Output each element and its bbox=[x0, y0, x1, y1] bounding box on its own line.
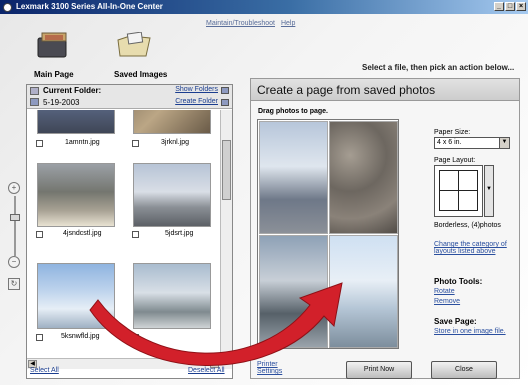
file-name: 1amntn.jpg bbox=[65, 139, 100, 146]
vertical-scroll-thumb[interactable] bbox=[222, 140, 231, 200]
close-button[interactable]: Close bbox=[431, 361, 497, 379]
file-name: 4jsndcstl.jpg bbox=[63, 230, 102, 237]
show-folders-link[interactable]: Show Folders bbox=[175, 86, 218, 93]
file-name: 3jrknl.jpg bbox=[161, 139, 190, 146]
list-item[interactable]: 3jrknl.jpg bbox=[123, 110, 219, 147]
layout-cell bbox=[439, 170, 459, 191]
rotate-view-icon[interactable]: ↻ bbox=[8, 278, 20, 290]
thumbnail-grid: 1amntn.jpg 3jrknl.jpg 4jsndcstl.jpg 5jds… bbox=[27, 110, 220, 358]
zoom-out-icon[interactable]: − bbox=[8, 256, 20, 268]
file-name: 5jdsrt.jpg bbox=[165, 230, 194, 237]
saved-images-icon bbox=[117, 32, 151, 57]
app-icon bbox=[3, 3, 12, 12]
main-page-icon bbox=[37, 32, 67, 58]
show-folders-icon[interactable] bbox=[221, 87, 229, 94]
thumbnail-image[interactable] bbox=[133, 263, 211, 329]
remove-link[interactable]: Remove bbox=[434, 298, 460, 305]
list-item[interactable] bbox=[123, 263, 219, 343]
file-checkbox[interactable] bbox=[132, 334, 139, 341]
file-name: 5ksnwfld.jpg bbox=[61, 333, 100, 340]
panel-title: Create a page from saved photos bbox=[251, 79, 519, 101]
print-now-button[interactable]: Print Now bbox=[346, 361, 412, 379]
file-checkbox[interactable] bbox=[36, 140, 43, 147]
layout-cell bbox=[439, 190, 459, 211]
create-page-panel: Create a page from saved photos Drag pho… bbox=[250, 78, 520, 379]
current-folder-value: 5-19-2003 bbox=[43, 98, 80, 107]
photo-slot[interactable] bbox=[259, 235, 328, 348]
tab-main-page-label: Main Page bbox=[34, 70, 74, 79]
tab-saved-images[interactable]: Saved Images bbox=[106, 30, 168, 79]
page-preview[interactable] bbox=[257, 119, 399, 349]
tab-saved-images-label: Saved Images bbox=[114, 70, 168, 79]
paper-size-label: Paper Size: bbox=[434, 129, 471, 136]
zoom-slider[interactable] bbox=[10, 214, 20, 221]
zoom-track bbox=[14, 196, 16, 256]
thumbnail-image[interactable] bbox=[133, 163, 211, 227]
tab-main-page[interactable]: Main Page bbox=[26, 30, 88, 79]
maximize-button[interactable]: □ bbox=[505, 2, 515, 11]
photo-slot[interactable] bbox=[329, 235, 398, 348]
photo-slot[interactable] bbox=[259, 121, 328, 234]
instruction-text: Select a file, then pick an action below… bbox=[362, 63, 515, 72]
list-item[interactable]: 4jsndcstl.jpg bbox=[27, 163, 123, 238]
page-layout-label: Page Layout: bbox=[434, 157, 476, 164]
current-folder-label: Current Folder: bbox=[43, 86, 102, 95]
vertical-scrollbar[interactable] bbox=[220, 110, 232, 358]
rotate-link[interactable]: Rotate bbox=[434, 288, 455, 295]
paper-size-select[interactable]: 4 x 6 in. ▼ bbox=[434, 137, 510, 149]
window-title: Lexmark 3100 Series All-In-One Center bbox=[16, 2, 163, 11]
main-area: Maintain/Troubleshoot Help Main Page Sav… bbox=[0, 14, 528, 385]
thumbnail-image[interactable] bbox=[37, 110, 115, 134]
zoom-controls: + − ↻ bbox=[6, 182, 24, 292]
photo-slot[interactable] bbox=[329, 121, 398, 234]
maintain-troubleshoot-link[interactable]: Maintain/Troubleshoot bbox=[206, 20, 275, 27]
help-link[interactable]: Help bbox=[281, 20, 295, 27]
file-checkbox[interactable] bbox=[36, 334, 43, 341]
minimize-button[interactable]: _ bbox=[494, 2, 504, 11]
change-category-link[interactable]: Change the category of layouts listed ab… bbox=[434, 241, 516, 255]
deselect-all-link[interactable]: Deselect All bbox=[188, 367, 225, 374]
list-item[interactable]: 5jdsrt.jpg bbox=[123, 163, 219, 238]
store-image-link[interactable]: Store in one image file. bbox=[434, 328, 506, 335]
chevron-down-icon[interactable]: ▼ bbox=[499, 138, 509, 148]
layout-cell bbox=[458, 190, 478, 211]
zoom-in-icon[interactable]: + bbox=[8, 182, 20, 194]
folder-home-icon[interactable] bbox=[30, 98, 39, 106]
paper-size-value: 4 x 6 in. bbox=[437, 139, 462, 146]
thumbnail-image[interactable] bbox=[37, 263, 115, 329]
folder-up-icon[interactable] bbox=[30, 87, 39, 95]
file-checkbox[interactable] bbox=[132, 140, 139, 147]
list-item[interactable]: 1amntn.jpg bbox=[27, 110, 123, 147]
save-page-label: Save Page: bbox=[434, 317, 477, 326]
photo-tools-label: Photo Tools: bbox=[434, 277, 483, 286]
close-window-button[interactable]: × bbox=[516, 2, 526, 11]
top-links: Maintain/Troubleshoot Help bbox=[206, 20, 299, 27]
layout-cell bbox=[458, 170, 478, 191]
layout-caption: Borderless, (4)photos bbox=[434, 222, 501, 229]
thumbnail-image[interactable] bbox=[37, 163, 115, 227]
title-bar: Lexmark 3100 Series All-In-One Center _ … bbox=[0, 0, 528, 14]
list-item[interactable]: 5ksnwfld.jpg bbox=[27, 263, 123, 343]
browser-header: Current Folder: 5-19-2003 Show Folders C… bbox=[27, 85, 232, 109]
file-browser: Current Folder: 5-19-2003 Show Folders C… bbox=[26, 84, 233, 379]
printer-settings-link[interactable]: Printer Settings bbox=[257, 361, 291, 375]
create-folder-link[interactable]: Create Folder bbox=[175, 98, 218, 105]
drag-photos-label: Drag photos to page. bbox=[258, 108, 328, 115]
layout-dropdown-icon[interactable]: ▼ bbox=[484, 165, 494, 217]
page-layout-preview[interactable] bbox=[434, 165, 483, 217]
create-folder-icon[interactable] bbox=[221, 99, 229, 106]
select-all-link[interactable]: Select All bbox=[30, 367, 59, 374]
thumbnail-image[interactable] bbox=[133, 110, 211, 134]
file-checkbox[interactable] bbox=[132, 231, 139, 238]
window-controls: _ □ × bbox=[494, 2, 526, 11]
file-checkbox[interactable] bbox=[36, 231, 43, 238]
